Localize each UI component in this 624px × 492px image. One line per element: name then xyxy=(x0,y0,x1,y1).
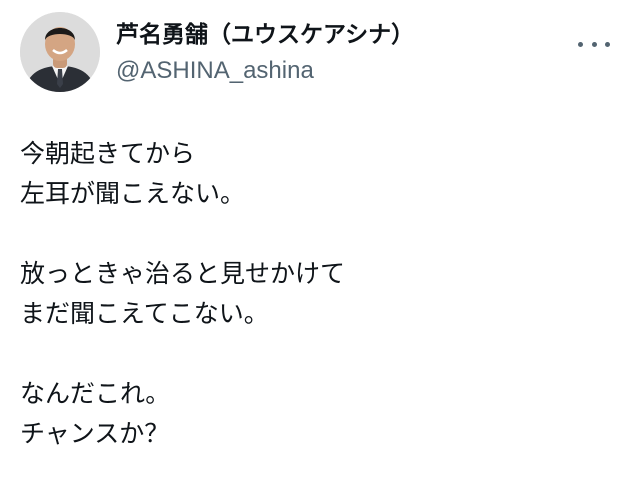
author-display-name[interactable]: 芦名勇舗（ユウスケアシナ） xyxy=(116,20,414,50)
tweet-text: 今朝起きてから 左耳が聞こえない。 放っときゃ治ると見せかけて まだ聞こえてこな… xyxy=(20,134,610,454)
tweet-line: チャンスか？ xyxy=(20,419,170,448)
profile-photo-icon xyxy=(20,12,100,92)
more-dot xyxy=(605,41,610,47)
tweet-line: なんだこれ。 xyxy=(20,379,171,408)
author-names: 芦名勇舗（ユウスケアシナ） @ASHINA_ashina xyxy=(116,20,414,86)
more-dot xyxy=(591,41,597,47)
more-horizontal-icon[interactable] xyxy=(578,34,610,54)
tweet-line: 今朝起きてから xyxy=(20,139,196,168)
tweet-card: 芦名勇舗（ユウスケアシナ） @ASHINA_ashina 今朝起きてから 左耳が… xyxy=(0,0,624,492)
tweet-header: 芦名勇舗（ユウスケアシナ） @ASHINA_ashina xyxy=(20,10,610,94)
tweet-line: 放っときゃ治ると見せかけて xyxy=(20,259,346,288)
avatar[interactable] xyxy=(20,12,100,92)
tweet-line: 左耳が聞こえない。 xyxy=(20,179,246,208)
more-dot xyxy=(578,41,583,47)
tweet-line: まだ聞こえてこない。 xyxy=(20,299,269,328)
author-handle[interactable]: @ASHINA_ashina xyxy=(116,56,414,86)
